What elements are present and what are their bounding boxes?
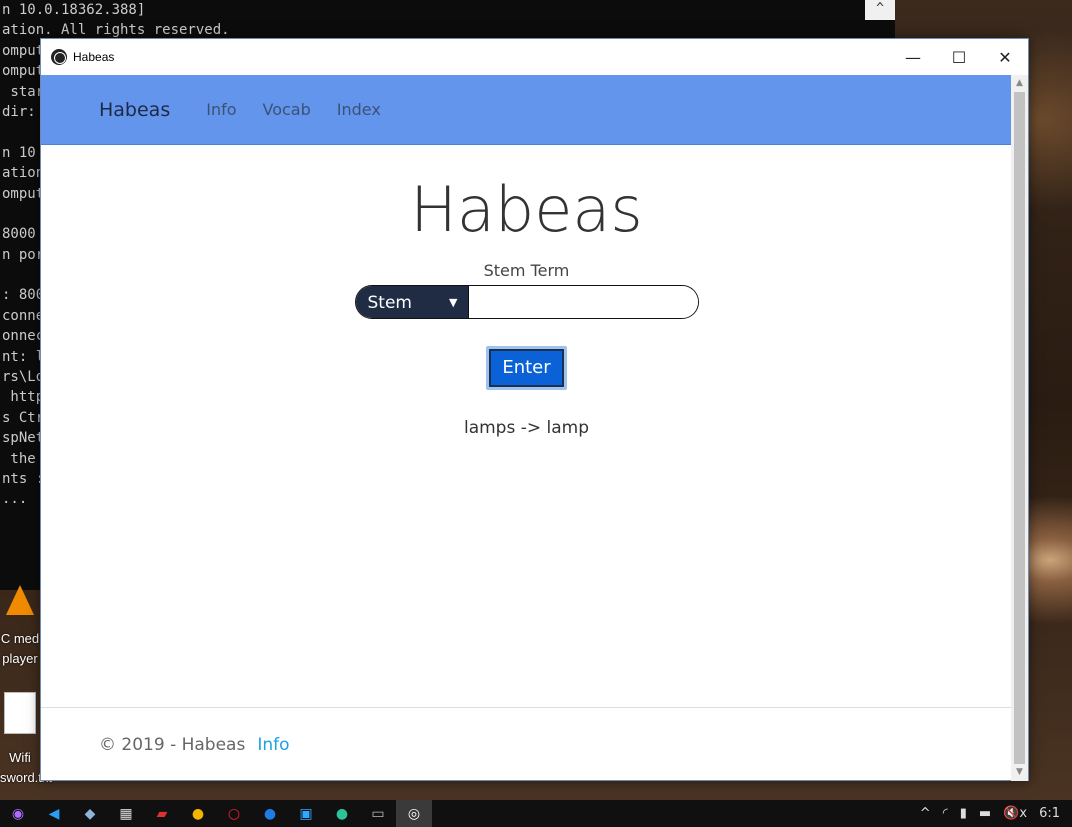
caret-down-icon: ▼	[449, 296, 458, 309]
vertical-scrollbar[interactable]: ▲ ▼	[1011, 75, 1028, 781]
terminal-icon[interactable]: ▭	[360, 800, 396, 827]
close-button[interactable]: ✕	[982, 39, 1028, 75]
navbar: Habeas Info Vocab Index	[41, 75, 1012, 145]
speaker-muted-icon[interactable]: 🔇x	[1003, 806, 1027, 821]
footer: © 2019 - Habeas Info	[41, 707, 1012, 781]
navbar-brand[interactable]: Habeas	[99, 99, 170, 121]
scroll-down-arrow-icon[interactable]: ▼	[1011, 764, 1028, 781]
footer-link-info[interactable]: Info	[257, 735, 289, 755]
vlc-icon	[6, 585, 34, 615]
window-controls: — ☐ ✕	[890, 39, 1028, 75]
enter-button-focus-ring: Enter	[486, 346, 567, 390]
footer-copyright: © 2019 - Habeas	[99, 734, 246, 755]
main-section: Habeas Stem Term Stem ▼ Enter lamps -> l…	[41, 173, 1012, 438]
screen-icon[interactable]: ▬	[979, 806, 991, 821]
photoshop-icon[interactable]: ▣	[288, 800, 324, 827]
wifi-icon[interactable]: ◜	[943, 806, 948, 821]
tray-overflow-icon[interactable]: ^	[920, 806, 931, 821]
stem-result: lamps -> lamp	[463, 418, 590, 438]
desktop-icon-vlc[interactable]: C med player	[0, 585, 40, 669]
app-window: Habeas — ☐ ✕ Habeas Info Vocab Index Hab…	[40, 38, 1029, 781]
console-line: n 10.0.18362.388]	[2, 2, 146, 18]
clock[interactable]: 6:1	[1039, 806, 1060, 821]
nav-link-vocab[interactable]: Vocab	[263, 100, 311, 119]
desktop-icon-label: Wifi sword.txt	[0, 750, 53, 785]
desktop-icon-label: C med player	[0, 631, 40, 666]
system-tray: ^ ◜ ▮ ▬ 🔇x 6:1	[920, 800, 1072, 827]
edge-icon[interactable]: ●	[252, 800, 288, 827]
opera-icon[interactable]: ○	[216, 800, 252, 827]
taskbar-app-icon[interactable]: ◆	[72, 800, 108, 827]
filezilla-icon[interactable]: ▰	[144, 800, 180, 827]
search-field-group: Stem ▼	[354, 285, 699, 319]
calculator-icon[interactable]: ▦	[108, 800, 144, 827]
console-scroll-up-button[interactable]: ^	[865, 0, 895, 20]
page-title: Habeas	[410, 173, 643, 246]
field-label: Stem Term	[483, 261, 570, 280]
taskbar: ◉ ◀ ◆ ▦ ▰ ● ○ ● ▣ ● ▭ ◎ ^ ◜ ▮ ▬ 🔇x 6:1	[0, 800, 1072, 827]
vscode-icon[interactable]: ◀	[36, 800, 72, 827]
enter-button[interactable]: Enter	[489, 349, 564, 387]
app-icon	[51, 49, 67, 65]
text-file-icon	[4, 692, 36, 734]
scrollbar-thumb[interactable]	[1014, 92, 1025, 764]
desktop-icon-wifi-file[interactable]: Wifi sword.txt	[0, 692, 53, 788]
page-content: Habeas Info Vocab Index Habeas Stem Term…	[41, 75, 1012, 781]
scroll-up-arrow-icon[interactable]: ▲	[1011, 75, 1028, 92]
habeas-taskbar-icon[interactable]: ◎	[396, 800, 432, 827]
taskbar-app-icon[interactable]: ●	[324, 800, 360, 827]
window-titlebar[interactable]: Habeas — ☐ ✕	[41, 39, 1028, 75]
taskbar-app-icon[interactable]: ◉	[0, 800, 36, 827]
mode-select[interactable]: Stem ▼	[355, 286, 468, 318]
nav-link-info[interactable]: Info	[206, 100, 236, 119]
window-title: Habeas	[73, 50, 115, 64]
battery-icon[interactable]: ▮	[960, 806, 967, 821]
mode-select-value: Stem	[367, 293, 412, 313]
maximize-button[interactable]: ☐	[936, 39, 982, 75]
chrome-icon[interactable]: ●	[180, 800, 216, 827]
minimize-button[interactable]: —	[890, 39, 936, 75]
nav-link-index[interactable]: Index	[337, 100, 381, 119]
term-input[interactable]	[467, 286, 698, 318]
